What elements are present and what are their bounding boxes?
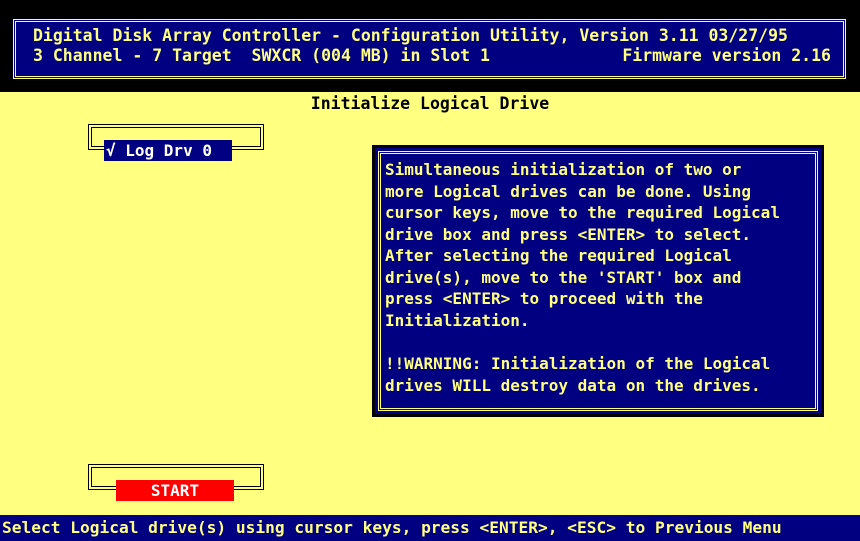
status-bar: Select Logical drive(s) using cursor key… xyxy=(0,515,860,541)
header-bar: Digital Disk Array Controller - Configur… xyxy=(0,0,860,92)
help-line: more Logical drives can be done. Using xyxy=(385,181,752,201)
start-button[interactable]: START xyxy=(116,480,234,501)
header-title: Digital Disk Array Controller - Configur… xyxy=(33,26,788,45)
logical-drive-0-box[interactable]: √ Log Drv 0 xyxy=(104,140,232,161)
header-firmware-version: Firmware version 2.16 xyxy=(622,46,831,65)
warning-line: !!WARNING: Initialization of the Logical xyxy=(385,354,771,373)
help-info-border: Simultaneous initialization of two or mo… xyxy=(378,151,818,411)
header-box: Digital Disk Array Controller - Configur… xyxy=(13,19,846,79)
warning-line: drives WILL destroy data on the drives. xyxy=(385,375,761,395)
help-line: After selecting the required Logical xyxy=(385,246,732,265)
help-line: Initialization. xyxy=(385,310,530,330)
warning-text: !!WARNING: Initialization of the Logical… xyxy=(385,353,813,396)
help-line: Simultaneous initialization of two or xyxy=(385,160,742,179)
header-controller-info: 3 Channel - 7 Target SWXCR (004 MB) in S… xyxy=(33,46,490,65)
help-line: press <ENTER> to proceed with the xyxy=(385,289,703,308)
help-line: drive(s), move to the 'START' box and xyxy=(385,267,742,287)
help-line: drive box and press <ENTER> to select. xyxy=(385,224,752,244)
help-text: Simultaneous initialization of two or mo… xyxy=(385,159,813,331)
help-line: cursor keys, move to the required Logica… xyxy=(385,203,780,222)
help-info-box: Simultaneous initialization of two or mo… xyxy=(372,145,824,417)
page-title: Initialize Logical Drive xyxy=(310,94,550,113)
